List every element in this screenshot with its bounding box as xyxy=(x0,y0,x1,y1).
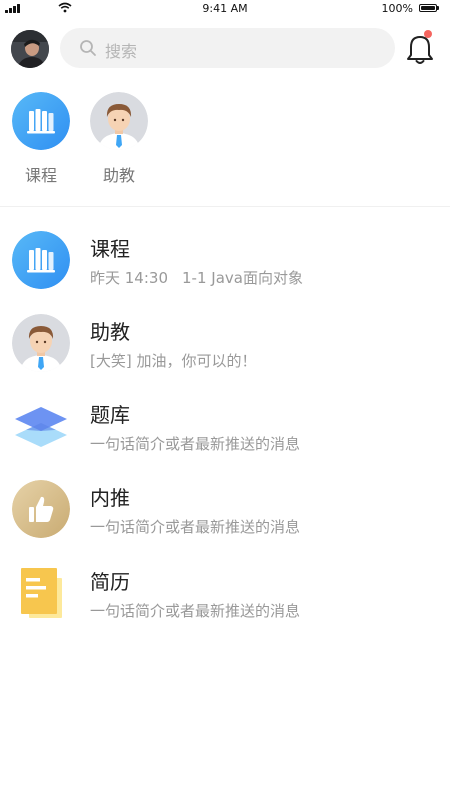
notification-button[interactable] xyxy=(405,30,435,66)
message-title: 课程 xyxy=(90,237,130,261)
search-icon xyxy=(80,40,96,56)
message-item-resume[interactable]: 简历 一句话简介或者最新推送的消息 xyxy=(0,564,450,644)
battery-percent: 100% xyxy=(381,2,413,15)
notification-dot xyxy=(424,30,432,38)
books-icon xyxy=(12,92,70,150)
layers-icon xyxy=(12,397,70,455)
message-preview: 一句话简介或者最新推送的消息 xyxy=(90,518,301,536)
search-bar[interactable]: 搜索 xyxy=(60,28,395,68)
section-divider xyxy=(0,206,450,207)
message-title: 简历 xyxy=(90,570,130,594)
assistant-avatar-icon xyxy=(12,314,70,372)
battery-icon xyxy=(419,4,437,12)
battery-cap xyxy=(437,6,439,10)
message-subtitle: 昨天 14:30 1-1 Java面向对象 xyxy=(90,267,303,288)
assistant-avatar-icon xyxy=(90,92,148,150)
books-icon xyxy=(12,231,70,289)
header: 搜索 xyxy=(0,24,450,74)
message-preview: 1-1 Java面向对象 xyxy=(182,269,303,287)
document-icon xyxy=(12,564,70,622)
search-placeholder: 搜索 xyxy=(105,42,138,61)
message-item-course[interactable]: 课程 昨天 14:30 1-1 Java面向对象 xyxy=(0,231,450,311)
quick-entry-label: 课程 xyxy=(24,166,57,185)
message-preview: [大笑] 加油，你可以的！ xyxy=(90,352,257,370)
message-item-referral[interactable]: 内推 一句话简介或者最新推送的消息 xyxy=(0,480,450,560)
thumbs-up-icon xyxy=(12,480,70,538)
message-time: 昨天 14:30 xyxy=(90,269,168,287)
message-preview: 一句话简介或者最新推送的消息 xyxy=(90,435,301,453)
user-avatar-icon xyxy=(11,30,49,68)
user-avatar[interactable] xyxy=(11,30,49,68)
message-title: 助教 xyxy=(90,320,130,344)
message-title: 内推 xyxy=(90,486,130,510)
status-bar: 9:41 AM 100% xyxy=(0,0,450,18)
quick-entry-course[interactable]: 课程 xyxy=(12,92,70,186)
message-preview: 一句话简介或者最新推送的消息 xyxy=(90,602,301,620)
message-title: 题库 xyxy=(90,403,130,427)
message-item-assistant[interactable]: 助教 [大笑] 加油，你可以的！ xyxy=(0,314,450,394)
quick-entry-assistant[interactable]: 助教 xyxy=(90,92,148,186)
quick-entry-label: 助教 xyxy=(102,166,135,185)
message-item-question-bank[interactable]: 题库 一句话简介或者最新推送的消息 xyxy=(0,397,450,477)
